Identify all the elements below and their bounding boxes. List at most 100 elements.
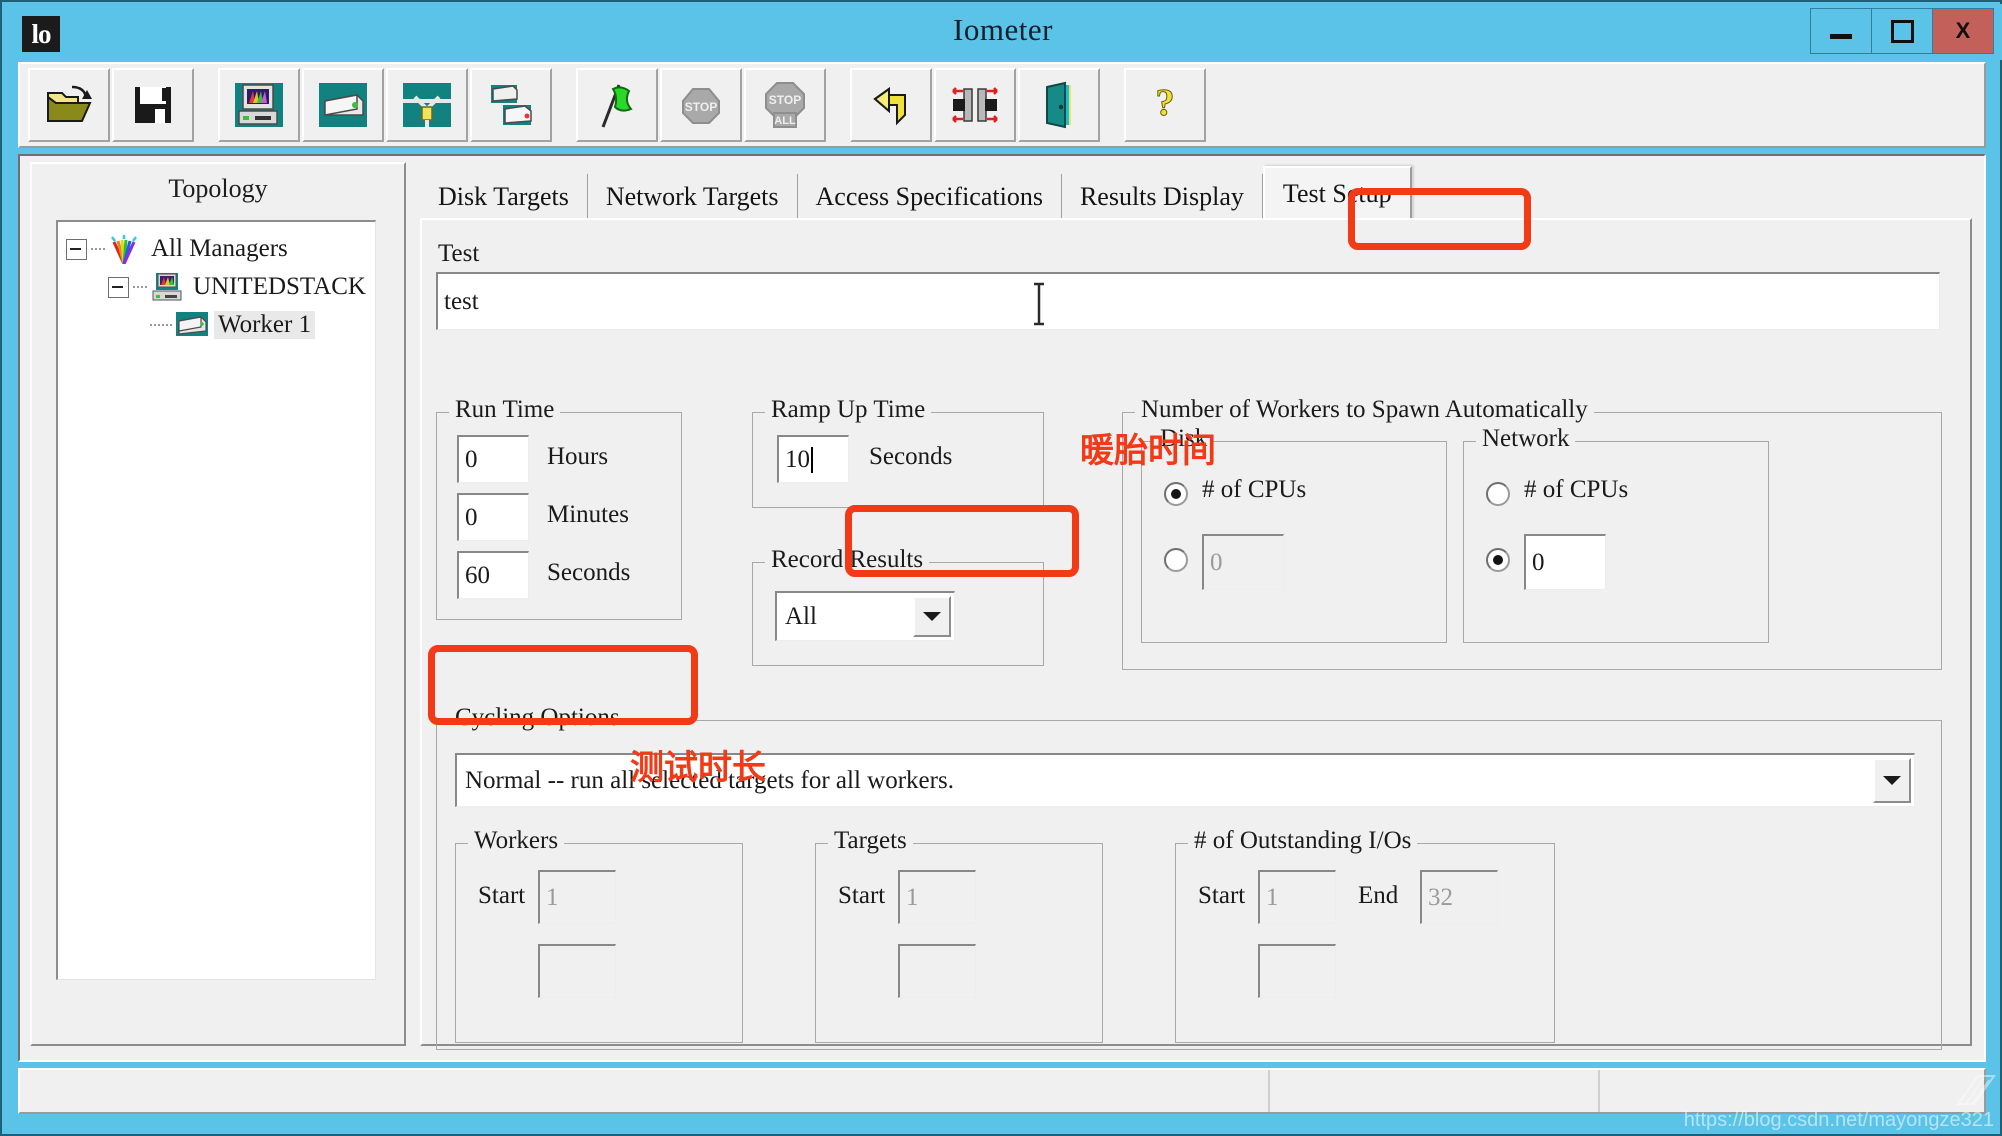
close-button[interactable]: X — [1932, 8, 1994, 54]
network-count-radio[interactable] — [1486, 548, 1510, 572]
cycling-ios-end-input[interactable]: 32 — [1420, 870, 1498, 924]
cycling-ios-end-label: End — [1358, 882, 1399, 909]
topology-tree[interactable]: All Managers UNITEDSTACK Worker 1 — [56, 220, 376, 980]
ramp-up-time-value: 10 — [785, 445, 810, 473]
annotation-text-ramp-up: 暖胎时间 — [1080, 432, 1216, 470]
screenshot-root: lo Iometer X STOP STOP ALL ? Topology Al… — [0, 0, 2002, 1136]
help-icon: ? — [1155, 82, 1175, 125]
stop-test-button[interactable]: STOP — [660, 68, 742, 142]
expander-icon[interactable] — [66, 238, 87, 260]
cycling-workers-start-input[interactable]: 1 — [538, 870, 616, 924]
duplicate-worker-button[interactable] — [470, 68, 552, 142]
cycling-targets-start-input[interactable]: 1 — [898, 870, 976, 924]
minimize-button[interactable] — [1810, 8, 1872, 54]
manager-icon — [149, 272, 183, 302]
stop-all-tests-button[interactable]: STOP ALL — [744, 68, 826, 142]
cycling-ios-start-input[interactable]: 1 — [1258, 870, 1336, 924]
topology-pane: Topology All Managers UNITEDSTACK Worker… — [30, 162, 406, 1046]
tab-access-specifications[interactable]: Access Specifications — [798, 174, 1062, 220]
new-manager-button[interactable] — [218, 68, 300, 142]
tree-item-unitedstack[interactable]: UNITEDSTACK — [58, 268, 375, 306]
exit-button[interactable] — [1018, 68, 1100, 142]
cycling-workers-end-input[interactable] — [538, 944, 616, 998]
swap-button[interactable] — [934, 68, 1016, 142]
cycling-targets-end-input[interactable] — [898, 944, 976, 998]
svg-text:STOP: STOP — [685, 100, 717, 114]
tree-item-worker-1[interactable]: Worker 1 — [58, 306, 375, 344]
help-button[interactable]: ? — [1124, 68, 1206, 142]
cycling-ios-start2-input[interactable] — [1258, 944, 1336, 998]
start-tests-button[interactable] — [576, 68, 658, 142]
cycling-ios-start-label: Start — [1198, 882, 1246, 909]
toolbar-group-topology — [218, 68, 554, 142]
disk-count-radio[interactable] — [1164, 548, 1188, 572]
network-cpus-label: # of CPUs — [1524, 476, 1629, 503]
disconnect-button[interactable] — [386, 68, 468, 142]
client-area: Topology All Managers UNITEDSTACK Worker… — [18, 154, 1986, 1062]
minimize-icon — [1830, 33, 1852, 39]
text-cursor-icon — [1034, 282, 1044, 326]
run-time-hours-input[interactable]: 0 — [457, 435, 529, 483]
window-title: Iometer — [953, 12, 1053, 47]
record-results-group: Record Results All — [752, 546, 1044, 666]
tree-label: UNITEDSTACK — [193, 273, 366, 300]
maximize-button[interactable] — [1871, 8, 1933, 54]
worker-icon — [174, 310, 208, 340]
cycling-targets-title: Targets — [828, 827, 913, 855]
chevron-down-icon[interactable] — [913, 596, 951, 637]
run-time-minutes-input[interactable]: 0 — [457, 493, 529, 541]
workers-spawn-group: Number of Workers to Spawn Automatically… — [1122, 396, 1942, 670]
reset-icon — [873, 87, 906, 126]
swap-icon — [952, 87, 998, 123]
open-config-button[interactable] — [28, 68, 110, 142]
record-results-select[interactable]: All — [775, 591, 955, 641]
ramp-up-time-group: Ramp Up Time 10 Seconds — [752, 396, 1044, 508]
tab-results-display[interactable]: Results Display — [1062, 174, 1263, 220]
cycling-workers-title: Workers — [468, 827, 565, 855]
ramp-up-time-title: Ramp Up Time — [765, 396, 932, 424]
disconnect-icon — [403, 83, 451, 127]
new-worker-button[interactable] — [302, 68, 384, 142]
window-controls: X — [1810, 8, 1994, 54]
workers-spawn-title: Number of Workers to Spawn Automatically — [1135, 396, 1594, 424]
reset-button[interactable] — [850, 68, 932, 142]
tab-label: Results Display — [1079, 182, 1244, 211]
run-time-group: Run Time 0 Hours 0 Minutes 60 Seconds — [436, 396, 682, 620]
expander-icon[interactable] — [108, 276, 129, 298]
workers-spawn-network-group: Network # of CPUs 0 — [1463, 425, 1769, 643]
tab-disk-targets[interactable]: Disk Targets — [420, 174, 588, 220]
run-time-minutes-label: Minutes — [547, 501, 629, 528]
disk-count-input[interactable]: 0 — [1202, 534, 1284, 590]
toolbar-group-help: ? — [1124, 68, 1208, 142]
test-name-label: Test — [438, 240, 480, 267]
tab-network-targets[interactable]: Network Targets — [588, 174, 798, 220]
cycling-outstanding-ios-group: # of Outstanding I/Os Start 1 End 32 — [1175, 827, 1555, 1043]
run-time-seconds-label: Seconds — [547, 559, 631, 586]
network-count-input[interactable]: 0 — [1524, 534, 1606, 590]
tab-label: Access Specifications — [815, 182, 1043, 211]
tree-connector — [91, 248, 107, 250]
tab-test-setup[interactable]: Test Setup — [1262, 166, 1412, 220]
cycling-options-title: Cycling Options — [449, 704, 626, 732]
title-bar: lo Iometer X — [4, 4, 2002, 60]
save-config-icon — [135, 87, 171, 123]
run-time-seconds-input[interactable]: 60 — [457, 551, 529, 599]
duplicate-worker-icon — [491, 85, 532, 125]
toolbar-group-misc — [850, 68, 1102, 142]
run-time-title: Run Time — [449, 396, 561, 424]
tree-item-all-managers[interactable]: All Managers — [58, 230, 375, 268]
test-name-input[interactable]: test — [436, 272, 1940, 330]
toolbar: STOP STOP ALL ? — [18, 62, 1986, 148]
ramp-up-time-unit-label: Seconds — [869, 443, 953, 470]
tab-strip: Disk Targets Network Targets Access Spec… — [420, 166, 1412, 220]
ramp-up-time-input[interactable]: 10 — [777, 435, 849, 483]
new-manager-icon — [235, 83, 283, 127]
svg-text:ALL: ALL — [774, 115, 796, 127]
disk-cpus-radio[interactable] — [1164, 482, 1188, 506]
chevron-down-icon[interactable] — [1873, 758, 1911, 803]
stop-test-icon: STOP — [682, 88, 720, 124]
save-config-button[interactable] — [112, 68, 194, 142]
run-time-hours-label: Hours — [547, 443, 609, 470]
status-cell-progress — [1270, 1070, 1600, 1112]
network-cpus-radio[interactable] — [1486, 482, 1510, 506]
